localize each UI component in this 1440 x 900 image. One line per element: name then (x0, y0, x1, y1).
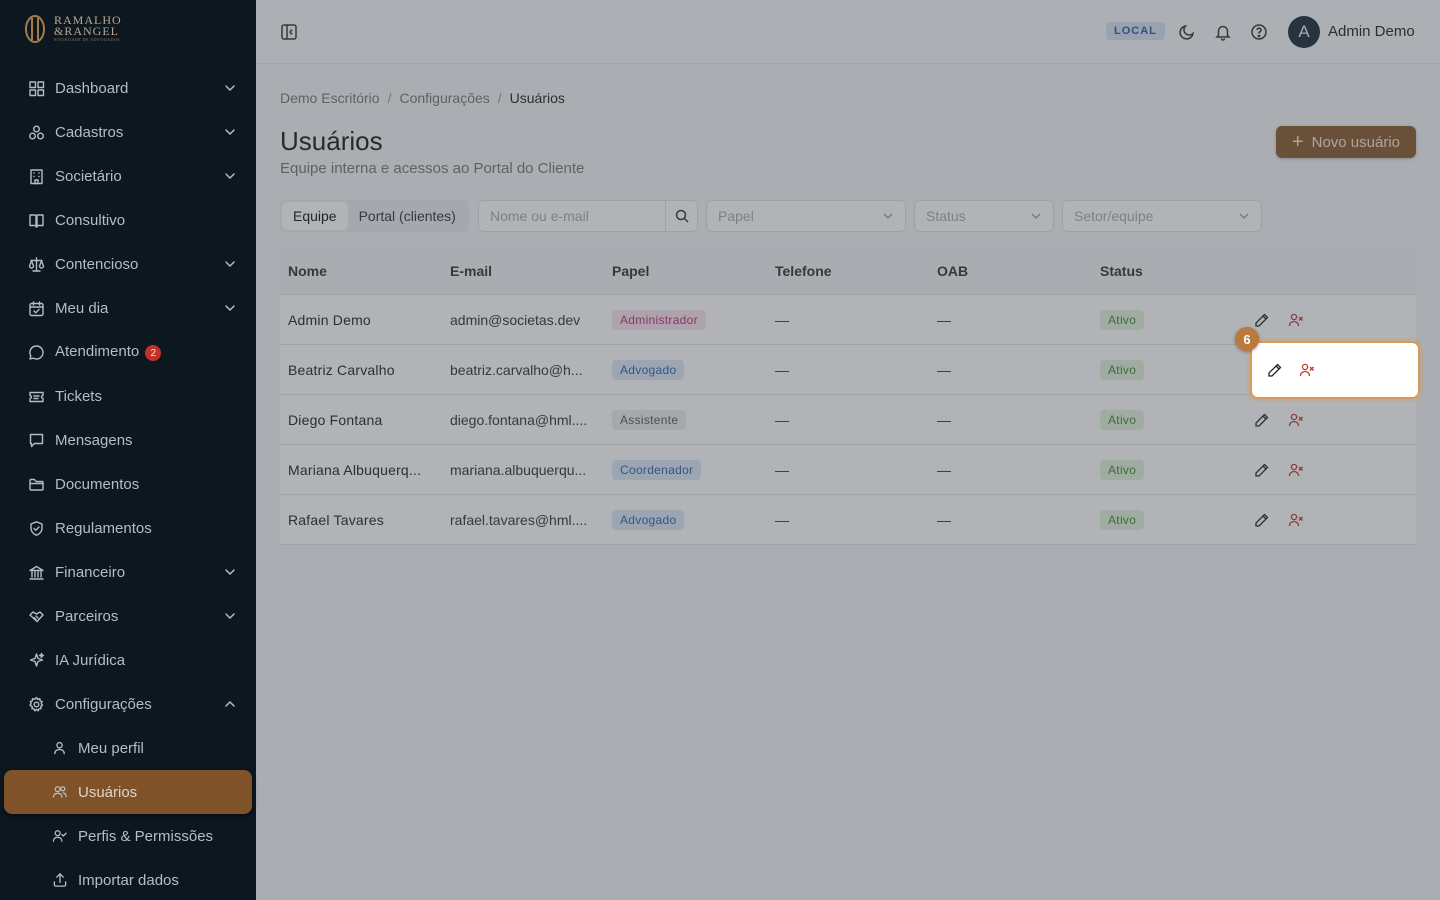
tutorial-step-number: 6 (1235, 327, 1259, 351)
deactivate-user-icon[interactable] (1299, 362, 1315, 378)
overlay-sidebar (0, 0, 256, 900)
tutorial-overlay (256, 0, 1440, 900)
highlighted-row-actions (1250, 341, 1420, 399)
edit-icon[interactable] (1267, 362, 1283, 378)
